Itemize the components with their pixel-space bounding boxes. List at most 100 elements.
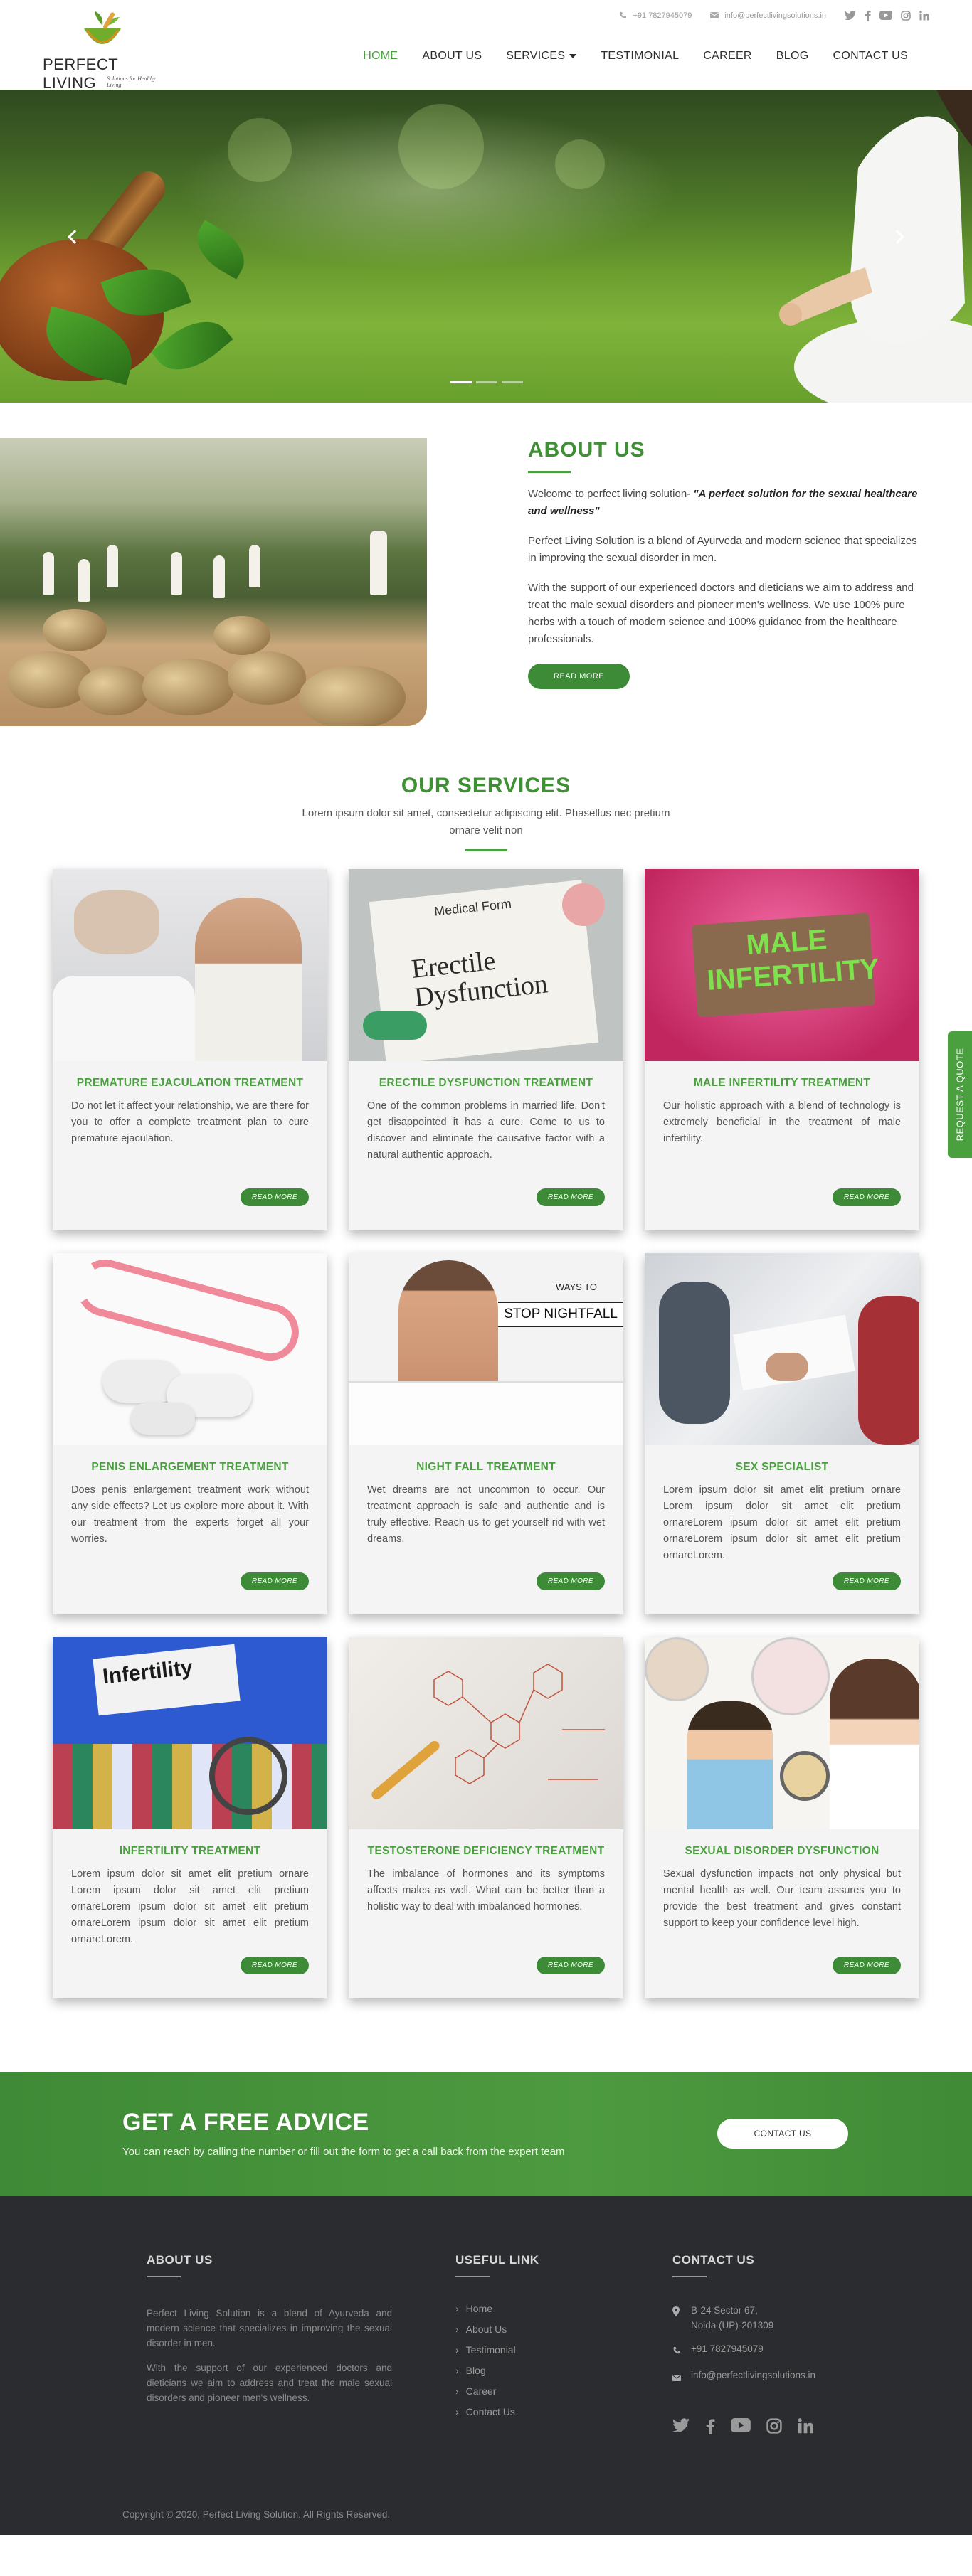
youtube-icon[interactable] — [879, 11, 892, 20]
instagram-icon[interactable] — [901, 10, 911, 21]
service-read-more-button[interactable]: READ MORE — [832, 1188, 901, 1206]
nav-contact-us[interactable]: CONTACT US — [833, 50, 908, 63]
slider-indicators — [450, 381, 523, 383]
facebook-icon[interactable] — [705, 2418, 715, 2434]
service-card-title: SEX SPECIALIST — [735, 1461, 829, 1473]
service-card-image: Medical Form Erectile Dysfunction — [349, 869, 623, 1061]
service-read-more-button[interactable]: READ MORE — [240, 1572, 309, 1590]
nav-about-us[interactable]: ABOUT US — [422, 50, 482, 63]
youtube-icon[interactable] — [731, 2418, 751, 2432]
linkedin-icon[interactable] — [919, 10, 929, 21]
site-footer: ABOUT US Perfect Living Solution is a bl… — [0, 2196, 972, 2535]
footer-social — [672, 2418, 857, 2434]
doctor-illustration — [830, 1659, 919, 1829]
nav-testimonial[interactable]: TESTIMONIAL — [601, 50, 679, 63]
measuring-tape — [70, 1253, 305, 1368]
service-read-more-button[interactable]: READ MORE — [536, 1572, 605, 1590]
footer-link-testimonial[interactable]: Testimonial — [455, 2344, 612, 2356]
footer-link-about-us[interactable]: About Us — [455, 2324, 612, 2335]
footer-contact-title: CONTACT US — [672, 2253, 755, 2267]
pill-strip — [363, 1011, 427, 1040]
bokeh-light — [555, 139, 605, 189]
footer-title-underline — [672, 2276, 707, 2277]
brand-tagline: Solutions for Healthy Living — [107, 75, 156, 88]
nav-career[interactable]: CAREER — [703, 50, 751, 63]
footer-link-career[interactable]: Career — [455, 2385, 612, 2397]
footer-phone[interactable]: +91 7827945079 — [672, 2341, 857, 2359]
services-subtitle: Lorem ipsum dolor sit amet, consectetur … — [302, 807, 670, 836]
service-card-title: ERECTILE DYSFUNCTION TREATMENT — [379, 1077, 593, 1089]
service-card: MALE INFERTILITY MALE INFERTILITY TREATM… — [645, 869, 919, 1230]
footer-link-home[interactable]: Home — [455, 2303, 612, 2314]
slider-dot[interactable] — [502, 381, 523, 383]
twitter-icon[interactable] — [845, 11, 856, 20]
footer-phone-text: +91 7827945079 — [691, 2343, 764, 2354]
facebook-icon[interactable] — [865, 10, 871, 21]
advice-subtitle: You can reach by calling the number or f… — [122, 2146, 565, 2158]
service-card-image — [645, 1253, 919, 1445]
service-read-more-button[interactable]: READ MORE — [832, 1572, 901, 1590]
topbar-phone[interactable]: +91 7827945079 — [619, 11, 692, 20]
title-underline — [465, 849, 507, 851]
service-card-title: PREMATURE EJACULATION TREATMENT — [76, 1077, 304, 1089]
footer-address-line-2: Noida (UP)-201309 — [691, 2320, 774, 2331]
site-header: PERFECT LIVING Solutions for Healthy Liv… — [0, 0, 972, 92]
service-card-text: Lorem ipsum dolor sit amet elit pretium … — [663, 1484, 901, 1561]
service-card-image — [349, 1637, 623, 1829]
about-read-more-button[interactable]: READ MORE — [528, 664, 630, 689]
service-read-more-button[interactable]: READ MORE — [536, 1188, 605, 1206]
person-figure — [213, 555, 225, 598]
service-read-more-button[interactable]: READ MORE — [832, 1957, 901, 1974]
woman-figure — [74, 890, 159, 954]
service-read-more-button[interactable]: READ MORE — [536, 1957, 605, 1974]
phone-icon — [620, 11, 627, 18]
service-card: SEXUAL DISORDER DYSFUNCTION Sexual dysfu… — [645, 1637, 919, 1998]
hero-slider — [0, 90, 972, 403]
service-card-text: Sexual dysfunction impacts not only phys… — [663, 1868, 901, 1929]
person-figure — [107, 545, 118, 587]
footer-about: ABOUT US Perfect Living Solution is a bl… — [147, 2253, 392, 2405]
footer-title-underline — [147, 2276, 181, 2277]
topbar: +91 7827945079 info@perfectlivingsolutio… — [619, 10, 929, 21]
bokeh-light — [228, 118, 292, 182]
about-image — [0, 438, 427, 726]
linkedin-icon[interactable] — [798, 2418, 813, 2434]
nav-services[interactable]: SERVICES — [506, 50, 577, 63]
topbar-social — [845, 10, 929, 21]
doctor-figure — [858, 1296, 919, 1445]
person-figure — [78, 559, 90, 602]
service-read-more-button[interactable]: READ MORE — [240, 1957, 309, 1974]
logo[interactable]: PERFECT LIVING Solutions for Healthy Liv… — [43, 10, 171, 92]
caret-down-icon — [569, 53, 577, 58]
topbar-email[interactable]: info@perfectlivingsolutions.in — [710, 11, 826, 20]
service-card-title: INFERTILITY TREATMENT — [119, 1845, 261, 1857]
illustration-bubble — [751, 1637, 830, 1715]
instagram-icon[interactable] — [766, 2418, 782, 2434]
bokeh-light — [398, 104, 484, 189]
pill-shape — [131, 1403, 195, 1435]
pills-shape — [53, 1744, 327, 1829]
about-welcome: Welcome to perfect living solution- "A p… — [528, 486, 926, 520]
nav-home[interactable]: HOME — [363, 50, 398, 63]
service-card-title: NIGHT FALL TREATMENT — [416, 1461, 556, 1473]
slider-dot[interactable] — [476, 381, 497, 383]
footer-email[interactable]: info@perfectlivingsolutions.in — [672, 2368, 857, 2385]
nav-blog[interactable]: BLOG — [776, 50, 809, 63]
person-figure — [370, 531, 387, 595]
footer-link-blog[interactable]: Blog — [455, 2365, 612, 2376]
service-card-text: Our holistic approach with a blend of te… — [663, 1100, 901, 1144]
footer-link-contact-us[interactable]: Contact Us — [455, 2406, 612, 2417]
twitter-icon[interactable] — [672, 2418, 690, 2432]
advice-contact-button[interactable]: CONTACT US — [717, 2119, 848, 2149]
about-para-1: Perfect Living Solution is a blend of Ay… — [528, 535, 917, 564]
nightfall-heading-1: WAYS TO — [555, 1282, 598, 1292]
service-card-text: Lorem ipsum dolor sit amet elit pretium … — [71, 1868, 309, 1945]
about-section: ABOUT US Welcome to perfect living solut… — [0, 403, 972, 737]
slider-dot[interactable] — [450, 381, 472, 383]
service-read-more-button[interactable]: READ MORE — [240, 1188, 309, 1206]
services-section: OUR SERVICES Lorem ipsum dolor sit amet,… — [0, 737, 972, 1998]
about-welcome-prefix: Welcome to perfect living solution- — [528, 488, 694, 500]
topbar-phone-text: +91 7827945079 — [633, 11, 692, 20]
person-figure — [43, 552, 54, 595]
request-quote-tab[interactable]: REQUEST A QUOTE — [948, 1031, 972, 1158]
